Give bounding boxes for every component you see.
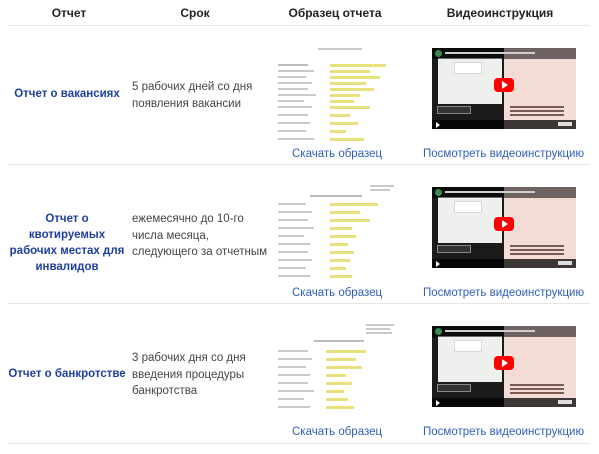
- watch-video-link[interactable]: Посмотреть видеоинструкцию: [423, 426, 584, 438]
- video-overlay-badge: [437, 384, 471, 392]
- table-row: Отчет о вакансиях 5 рабочих дней со дня …: [8, 25, 590, 165]
- report-name: Отчет о квотируемых рабочих местах для и…: [9, 213, 125, 273]
- video-controls[interactable]: [432, 120, 576, 129]
- sample-document-thumbnail[interactable]: [270, 320, 402, 432]
- report-term: ежемесячно до 10-го числа месяца, следую…: [132, 213, 268, 258]
- video-caption: [510, 106, 564, 108]
- download-sample-link[interactable]: Скачать образец: [292, 148, 382, 160]
- sample-document-thumbnail[interactable]: [270, 42, 402, 154]
- youtube-logo-icon: [558, 400, 572, 404]
- video-title-line: [445, 191, 535, 193]
- video-title-line: [445, 52, 535, 54]
- watch-video-link[interactable]: Посмотреть видеоинструкцию: [423, 148, 584, 160]
- video-thumbnail[interactable]: [432, 326, 576, 407]
- video-frame-right: [504, 48, 576, 129]
- video-caption: [510, 384, 564, 386]
- play-icon[interactable]: [494, 78, 514, 92]
- video-controls[interactable]: [432, 398, 576, 407]
- channel-avatar: [435, 50, 442, 57]
- play-icon[interactable]: [494, 217, 514, 231]
- video-controls[interactable]: [432, 259, 576, 268]
- play-icon[interactable]: [494, 356, 514, 370]
- header-sample: Образец отчета: [288, 6, 382, 20]
- youtube-logo-icon: [558, 122, 572, 126]
- video-thumbnail[interactable]: [432, 187, 576, 268]
- brand-logo: [454, 62, 482, 74]
- table-row: Отчет о банкротстве 3 рабочих дня со дня…: [8, 303, 590, 444]
- video-title-line: [445, 330, 535, 332]
- video-frame-right: [504, 187, 576, 268]
- video-overlay-badge: [437, 245, 471, 253]
- header-video: Видеоинструкция: [446, 6, 554, 20]
- video-title-bar: [432, 48, 576, 59]
- youtube-logo-icon: [558, 261, 572, 265]
- report-term: 5 рабочих дней со дня появления вакансии: [132, 81, 253, 110]
- header-report: Отчет: [51, 6, 87, 20]
- video-frame-right: [504, 326, 576, 407]
- brand-logo: [454, 340, 482, 352]
- video-title-bar: [432, 326, 576, 337]
- sample-document-thumbnail[interactable]: [270, 181, 402, 293]
- video-title-bar: [432, 187, 576, 198]
- report-name: Отчет о вакансиях: [14, 88, 120, 100]
- report-name: Отчет о банкротстве: [8, 368, 126, 380]
- watch-video-link[interactable]: Посмотреть видеоинструкцию: [423, 287, 584, 299]
- table-header: Отчет Срок Образец отчета Видеоинструкци…: [0, 0, 599, 26]
- brand-logo: [454, 201, 482, 213]
- video-thumbnail[interactable]: [432, 48, 576, 129]
- channel-avatar: [435, 328, 442, 335]
- video-caption: [510, 245, 564, 247]
- header-term: Срок: [180, 6, 210, 20]
- table-row: Отчет о квотируемых рабочих местах для и…: [8, 164, 590, 304]
- report-term: 3 рабочих дня со дня введения процедуры …: [132, 352, 246, 397]
- channel-avatar: [435, 189, 442, 196]
- download-sample-link[interactable]: Скачать образец: [292, 426, 382, 438]
- download-sample-link[interactable]: Скачать образец: [292, 287, 382, 299]
- video-overlay-badge: [437, 106, 471, 114]
